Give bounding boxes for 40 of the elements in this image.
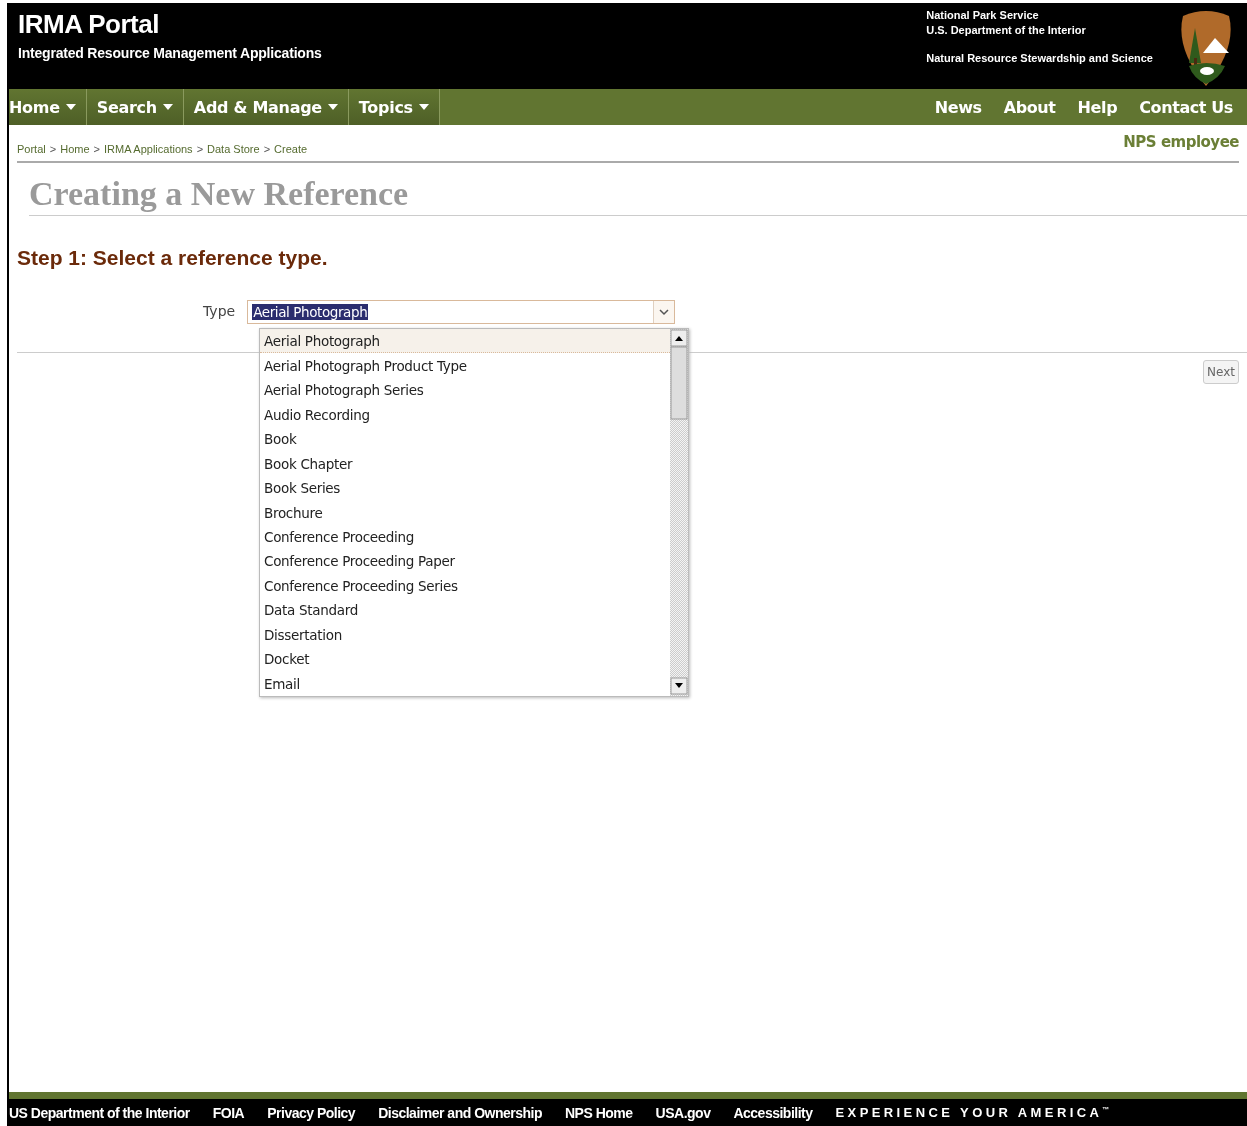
next-button[interactable]: Next (1203, 360, 1239, 384)
nav-menu-item[interactable]: Topics (348, 89, 440, 125)
nav-link[interactable]: Contact Us (1139, 97, 1233, 117)
agency-name: National Park Service (926, 8, 1040, 23)
nav-menu-item[interactable]: Search (86, 89, 184, 125)
breadcrumb-separator: > (263, 143, 271, 155)
breadcrumb-link[interactable]: Home (60, 143, 90, 155)
dropdown-option[interactable]: Email (260, 671, 670, 697)
footer-link[interactable]: Accessibility (733, 1104, 813, 1121)
footer-tagline: EXPERIENCE YOUR AMERICA$^{™}$ (835, 1105, 1110, 1120)
breadcrumb-separator: > (196, 143, 204, 155)
breadcrumb-link[interactable]: Create (274, 143, 308, 155)
step-heading: Step 1: Select a reference type. (17, 246, 329, 270)
portal-subtitle: Integrated Resource Management Applications (18, 45, 322, 61)
breadcrumb-separator: > (93, 143, 100, 155)
footer-link[interactable]: USA.gov (655, 1104, 711, 1121)
user-role: NPS employee (1123, 132, 1239, 151)
breadcrumb-link[interactable]: Portal (17, 143, 46, 155)
footer-link[interactable]: FOIA (212, 1104, 245, 1121)
nav-menu-item[interactable]: Add & Manage (183, 89, 349, 125)
nav-link[interactable]: News (934, 97, 982, 117)
footer-link[interactable]: Privacy Policy (267, 1104, 356, 1121)
agency-name: U.S. Department of the Interior (926, 23, 1087, 38)
scrollbar-icon[interactable] (670, 329, 688, 696)
footer-link[interactable]: Disclaimer and Ownership (378, 1104, 542, 1121)
portal-title: IRMA Portal (18, 9, 160, 40)
nav-link[interactable]: About (1003, 97, 1056, 117)
nav-menu-item[interactable]: Home (9, 89, 87, 125)
footer-link[interactable]: NPS Home (565, 1104, 633, 1121)
breadcrumb-separator: > (49, 143, 57, 155)
dropdown-option[interactable]: Aerial Photograph (260, 329, 670, 354)
program-name: Natural Resource Stewardship and Science (926, 52, 1153, 64)
field-label: Type (203, 302, 236, 319)
chevron-down-icon (653, 301, 675, 323)
breadcrumb-link[interactable]: IRMA Applications (103, 143, 193, 155)
nav-link[interactable]: Help (1077, 97, 1118, 117)
footer-link[interactable]: US Department of the Interior (9, 1104, 190, 1121)
page-title: Creating a New Reference (29, 175, 1247, 216)
breadcrumb-link[interactable]: Data Store (207, 143, 260, 155)
type-select[interactable]: Aerial Photograph (247, 300, 676, 324)
